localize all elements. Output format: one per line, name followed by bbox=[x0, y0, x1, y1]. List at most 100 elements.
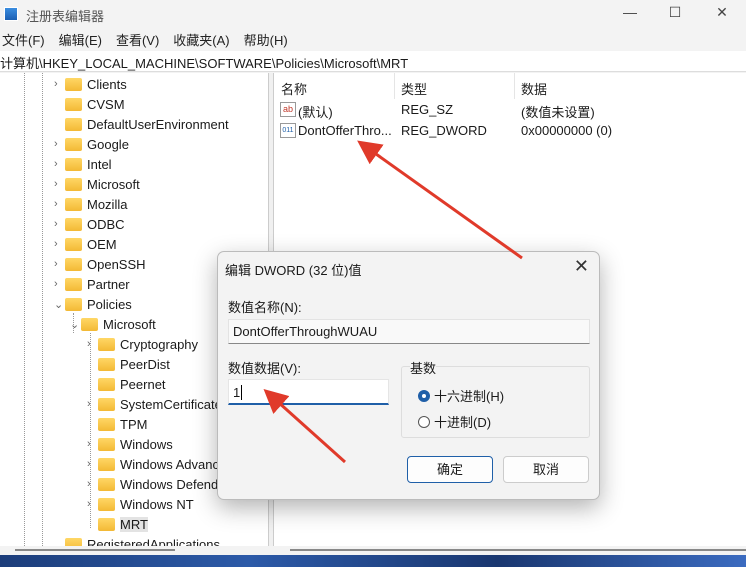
radio-decimal-label: 十进制(D) bbox=[434, 415, 492, 430]
tree-item-label: TPM bbox=[120, 416, 148, 432]
tree-item[interactable]: DefaultUserEnvironment bbox=[54, 114, 229, 134]
tree-item[interactable]: RegisteredApplications bbox=[54, 534, 220, 546]
value-row[interactable]: ab (默认) REG_SZ (数值未设置) bbox=[274, 99, 746, 120]
tree-item[interactable]: › Clients bbox=[54, 74, 127, 94]
chevron-right-icon[interactable]: › bbox=[54, 138, 62, 150]
chevron-right-icon[interactable]: › bbox=[87, 498, 95, 510]
base-label: 基数 bbox=[410, 358, 437, 377]
chevron-right-icon[interactable]: › bbox=[54, 278, 62, 290]
tree-item-label: Cryptography bbox=[120, 336, 199, 352]
tree-item[interactable]: Peernet bbox=[87, 374, 166, 394]
folder-icon bbox=[65, 157, 82, 171]
value-name-label: 数值名称(N): bbox=[228, 300, 302, 315]
tree-hscroll-thumb[interactable] bbox=[15, 549, 175, 551]
tree-item[interactable]: TPM bbox=[87, 414, 147, 434]
column-name[interactable]: 名称 bbox=[281, 79, 307, 98]
tree-item-label: Clients bbox=[87, 76, 127, 92]
folder-icon bbox=[65, 137, 82, 151]
chevron-right-icon[interactable]: › bbox=[87, 478, 95, 490]
tree-item[interactable]: ⌄ Microsoft bbox=[70, 314, 156, 334]
chevron-down-icon[interactable]: ⌄ bbox=[54, 298, 63, 311]
tree-item[interactable]: › Windows Advanc bbox=[87, 454, 219, 474]
menu-favorites[interactable]: 收藏夹(A) bbox=[173, 30, 229, 50]
tree-item[interactable]: › OEM bbox=[54, 234, 117, 254]
folder-icon bbox=[65, 197, 82, 211]
tree-item-label: Microsoft bbox=[87, 176, 140, 192]
menu-help[interactable]: 帮助(H) bbox=[244, 30, 288, 50]
value-type: REG_SZ bbox=[401, 102, 454, 117]
value-type: REG_DWORD bbox=[401, 123, 487, 138]
maximize-button[interactable]: ☐ bbox=[663, 4, 687, 21]
tree-item[interactable]: › Microsoft bbox=[54, 174, 140, 194]
tree-item-label: ODBC bbox=[87, 216, 125, 232]
tree-item[interactable]: › Intel bbox=[54, 154, 112, 174]
tree-item[interactable]: › Partner bbox=[54, 274, 130, 294]
chevron-right-icon[interactable]: › bbox=[87, 338, 95, 350]
chevron-right-icon[interactable]: › bbox=[54, 178, 62, 190]
chevron-right-icon[interactable]: › bbox=[54, 158, 62, 170]
chevron-right-icon[interactable]: › bbox=[54, 218, 62, 230]
radio-hex[interactable]: 十六进制(H) bbox=[418, 386, 504, 405]
chevron-right-icon[interactable]: › bbox=[54, 258, 62, 270]
dialog-close-button[interactable]: ✕ bbox=[574, 256, 589, 277]
tree-item-label: Windows Defend bbox=[120, 476, 219, 492]
value-data: (数值未设置) bbox=[521, 105, 595, 120]
ok-button[interactable]: 确定 bbox=[407, 456, 493, 483]
tree-item-label: Windows Advanc bbox=[120, 456, 219, 472]
text-cursor bbox=[241, 385, 243, 400]
folder-icon bbox=[98, 397, 115, 411]
menu-file[interactable]: 文件(F) bbox=[2, 30, 45, 50]
folder-icon bbox=[98, 457, 115, 471]
chevron-right-icon[interactable]: › bbox=[87, 398, 95, 410]
chevron-right-icon[interactable]: › bbox=[87, 458, 95, 470]
chevron-right-icon[interactable]: › bbox=[87, 438, 95, 450]
radio-hex-label: 十六进制(H) bbox=[434, 389, 505, 404]
tree-item[interactable]: › Windows bbox=[87, 434, 173, 454]
tree-item[interactable]: › OpenSSH bbox=[54, 254, 146, 274]
binary-value-icon: 011 bbox=[280, 123, 296, 138]
folder-icon bbox=[65, 97, 82, 111]
radio-decimal[interactable]: 十进制(D) bbox=[418, 412, 491, 431]
close-button[interactable]: ✕ bbox=[710, 4, 734, 21]
chevron-right-icon[interactable]: › bbox=[54, 198, 62, 210]
tree-item-label: PeerDist bbox=[120, 356, 170, 372]
value-row[interactable]: 011 DontOfferThro... REG_DWORD 0x0000000… bbox=[274, 120, 746, 140]
chevron-right-icon[interactable]: › bbox=[54, 238, 62, 250]
horizontal-scrollbars bbox=[0, 546, 746, 555]
folder-icon bbox=[98, 417, 115, 431]
menu-bar: 文件(F) 编辑(E) 查看(V) 收藏夹(A) 帮助(H) bbox=[0, 30, 288, 50]
value-data-text: 1 bbox=[233, 385, 241, 400]
menu-view[interactable]: 查看(V) bbox=[116, 30, 159, 50]
tree-item-label: RegisteredApplications bbox=[87, 536, 220, 547]
tree-item-label: Policies bbox=[87, 296, 132, 312]
tree-item[interactable]: › Google bbox=[54, 134, 129, 154]
chevron-down-icon[interactable]: ⌄ bbox=[70, 318, 79, 331]
chevron-right-icon[interactable]: › bbox=[54, 78, 62, 90]
tree-item[interactable]: PeerDist bbox=[87, 354, 170, 374]
address-bar[interactable]: 计算机\HKEY_LOCAL_MACHINE\SOFTWARE\Policies… bbox=[0, 51, 746, 72]
column-type[interactable]: 类型 bbox=[401, 79, 427, 98]
regedit-app-icon bbox=[4, 7, 18, 21]
tree-item[interactable]: › Windows Defend bbox=[87, 474, 218, 494]
folder-icon bbox=[65, 217, 82, 231]
tree-item[interactable]: MRT bbox=[87, 514, 148, 534]
tree-item-label: Partner bbox=[87, 276, 130, 292]
tree-item[interactable]: › Mozilla bbox=[54, 194, 127, 214]
folder-icon bbox=[98, 497, 115, 511]
value-data-input[interactable]: 1 bbox=[228, 379, 389, 405]
list-hscroll-thumb[interactable] bbox=[290, 549, 746, 551]
menu-edit[interactable]: 编辑(E) bbox=[59, 30, 102, 50]
folder-icon bbox=[81, 317, 98, 331]
tree-item[interactable]: CVSM bbox=[54, 94, 125, 114]
minimize-button[interactable]: — bbox=[618, 4, 642, 20]
cancel-button[interactable]: 取消 bbox=[503, 456, 589, 483]
tree-item[interactable]: › ODBC bbox=[54, 214, 125, 234]
tree-item[interactable]: › Windows NT bbox=[87, 494, 194, 514]
tree-item-label: OpenSSH bbox=[87, 256, 146, 272]
column-data[interactable]: 数据 bbox=[521, 79, 547, 98]
tree-item-label: CVSM bbox=[87, 96, 125, 112]
tree-item[interactable]: ⌄ Policies bbox=[54, 294, 132, 314]
value-name-field[interactable]: DontOfferThroughWUAU bbox=[228, 319, 590, 344]
tree-item[interactable]: › SystemCertificate bbox=[87, 394, 222, 414]
tree-item[interactable]: › Cryptography bbox=[87, 334, 198, 354]
